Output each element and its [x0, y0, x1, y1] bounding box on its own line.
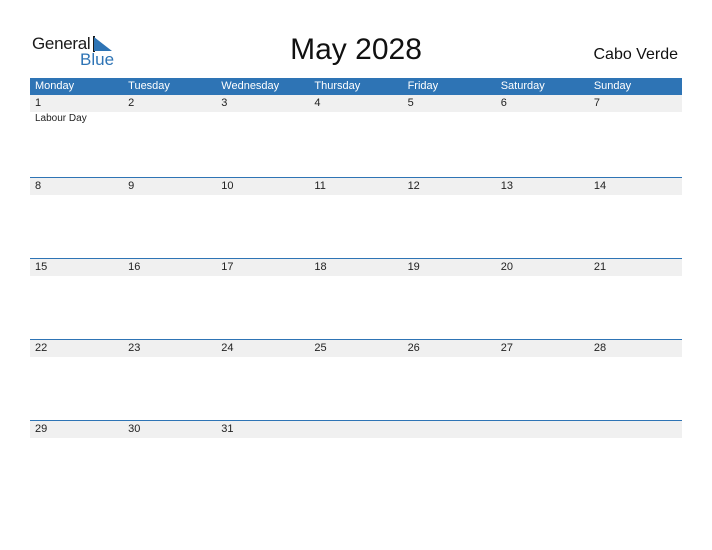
day-number	[496, 421, 589, 438]
weekday-label: Tuesday	[128, 80, 170, 92]
day-number: 21	[593, 261, 607, 273]
date-strip: 8 9 10 11 12 13 14	[30, 178, 682, 195]
calendar-grid: Monday Tuesday Wednesday Thursday Friday…	[30, 78, 682, 501]
day-number: 2	[128, 97, 135, 109]
day-number	[309, 421, 402, 438]
weekday-header: Monday Tuesday Wednesday Thursday Friday…	[30, 78, 682, 95]
day-number: 18	[314, 261, 327, 273]
week-row: 15 16 17 18 19 20 21	[30, 258, 682, 339]
day-number: 10	[221, 180, 234, 192]
day-number: 26	[407, 342, 420, 354]
day-number: 11	[314, 180, 326, 192]
day-number: 15	[35, 261, 48, 273]
day-number: 16	[128, 261, 141, 273]
day-number: 14	[593, 180, 607, 192]
holiday-label	[496, 112, 589, 125]
day-number: 5	[407, 97, 414, 109]
date-strip: 1 2 3 4 5 6 7	[30, 95, 682, 112]
events-row: Labour Day	[30, 112, 682, 125]
holiday-label	[309, 112, 402, 125]
day-number: 4	[314, 97, 321, 109]
weekday-label: Sunday	[593, 80, 632, 92]
day-number: 17	[221, 261, 234, 273]
day-number: 8	[35, 180, 42, 192]
day-number: 1	[35, 97, 42, 109]
week-row: 1 2 3 4 5 6 7 Labour Day	[30, 95, 682, 177]
day-number: 29	[35, 423, 48, 435]
week-row: 29 30 31	[30, 420, 682, 501]
holiday-label: Labour Day	[35, 113, 87, 124]
day-number: 7	[593, 97, 600, 109]
holiday-label	[403, 112, 496, 125]
weekday-label: Wednesday	[221, 80, 280, 92]
day-number: 19	[407, 261, 420, 273]
day-number: 28	[593, 342, 607, 354]
date-strip: 15 16 17 18 19 20 21	[30, 259, 682, 276]
holiday-label	[216, 112, 309, 125]
day-number: 9	[128, 180, 135, 192]
day-number: 6	[500, 97, 507, 109]
day-number: 31	[221, 423, 234, 435]
country-label: Cabo Verde	[593, 46, 678, 63]
day-number: 12	[407, 180, 420, 192]
day-number: 24	[221, 342, 234, 354]
weekday-label: Thursday	[314, 80, 361, 92]
day-number: 20	[500, 261, 513, 273]
weekday-label: Saturday	[500, 80, 545, 92]
day-number: 30	[128, 423, 141, 435]
week-row: 8 9 10 11 12 13 14	[30, 177, 682, 258]
weekday-label: Friday	[407, 80, 439, 92]
day-number: 22	[35, 342, 48, 354]
day-number: 3	[221, 97, 228, 109]
holiday-label	[589, 112, 682, 125]
week-row: 22 23 24 25 26 27 28	[30, 339, 682, 420]
day-number	[403, 421, 496, 438]
day-number: 23	[128, 342, 141, 354]
weekday-label: Monday	[35, 80, 75, 92]
day-number: 13	[500, 180, 513, 192]
holiday-label	[123, 112, 216, 125]
day-number: 27	[500, 342, 513, 354]
date-strip: 29 30 31	[30, 421, 682, 438]
day-number: 25	[314, 342, 327, 354]
day-number	[589, 421, 682, 438]
date-strip: 22 23 24 25 26 27 28	[30, 340, 682, 357]
